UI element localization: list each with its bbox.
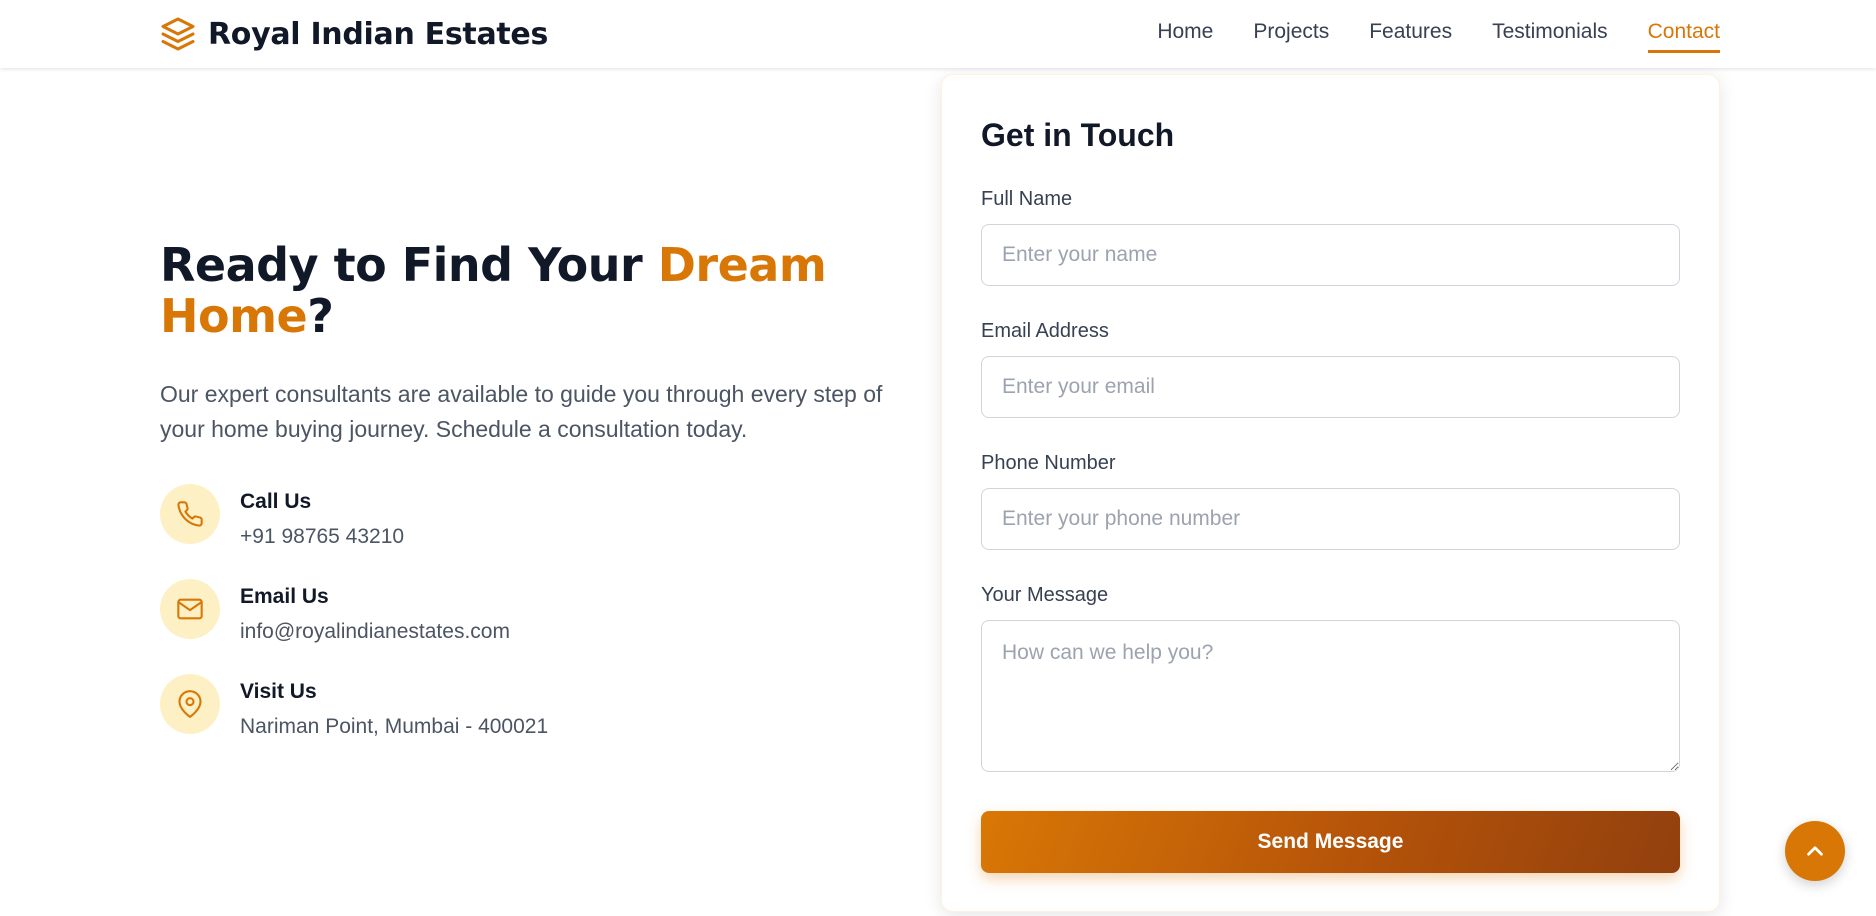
- contact-form-card: Get in Touch Full Name Email Address Pho…: [941, 74, 1720, 912]
- hero-title-part1: Ready to Find Your: [160, 238, 658, 292]
- nav-projects[interactable]: Projects: [1253, 18, 1329, 50]
- contact-item-call: Call Us +91 98765 43210: [160, 484, 548, 548]
- name-label: Full Name: [981, 188, 1073, 210]
- chevron-up-icon: [1802, 838, 1828, 864]
- mail-icon: [160, 579, 220, 639]
- hero-description: Our expert consultants are available to …: [160, 381, 883, 442]
- hero-title: Ready to Find Your Dream Home?: [160, 240, 920, 342]
- nav-features[interactable]: Features: [1369, 18, 1452, 50]
- nav-contact[interactable]: Contact: [1647, 18, 1720, 53]
- phone-input[interactable]: [981, 488, 1680, 550]
- message-textarea[interactable]: [981, 620, 1680, 772]
- contact-title-visit: Visit Us: [240, 680, 317, 703]
- map-pin-icon: [160, 674, 220, 734]
- contact-address: Nariman Point, Mumbai - 400021: [240, 715, 549, 738]
- main-nav: Home Projects Features Testimonials Cont…: [1157, 18, 1720, 53]
- nav-testimonials[interactable]: Testimonials: [1492, 18, 1608, 50]
- contact-item-email: Email Us info@royalindianestates.com: [160, 579, 548, 643]
- contact-list: Call Us +91 98765 43210 Email Us info@ro…: [160, 484, 548, 769]
- send-message-button[interactable]: Send Message: [981, 811, 1680, 873]
- layers-icon: [160, 16, 196, 52]
- contact-email[interactable]: info@royalindianestates.com: [240, 619, 510, 645]
- message-label: Your Message: [981, 584, 1109, 606]
- email-input[interactable]: [981, 356, 1680, 418]
- contact-item-visit: Visit Us Nariman Point, Mumbai - 400021: [160, 674, 548, 738]
- brand-name: Royal Indian Estates: [208, 16, 549, 52]
- site-header: Royal Indian Estates Home Projects Featu…: [0, 0, 1876, 68]
- hero-title-part2: ?: [307, 289, 334, 343]
- contact-title-email: Email Us: [240, 585, 329, 608]
- scroll-top-button[interactable]: [1785, 821, 1845, 881]
- phone-label: Phone Number: [981, 452, 1116, 474]
- phone-icon: [160, 484, 220, 544]
- email-label: Email Address: [981, 320, 1109, 342]
- form-title: Get in Touch: [981, 117, 1175, 153]
- contact-title-call: Call Us: [240, 490, 312, 513]
- brand-logo[interactable]: Royal Indian Estates: [160, 14, 548, 54]
- contact-phone[interactable]: +91 98765 43210: [240, 524, 404, 550]
- name-input[interactable]: [981, 224, 1680, 286]
- nav-home[interactable]: Home: [1157, 18, 1213, 50]
